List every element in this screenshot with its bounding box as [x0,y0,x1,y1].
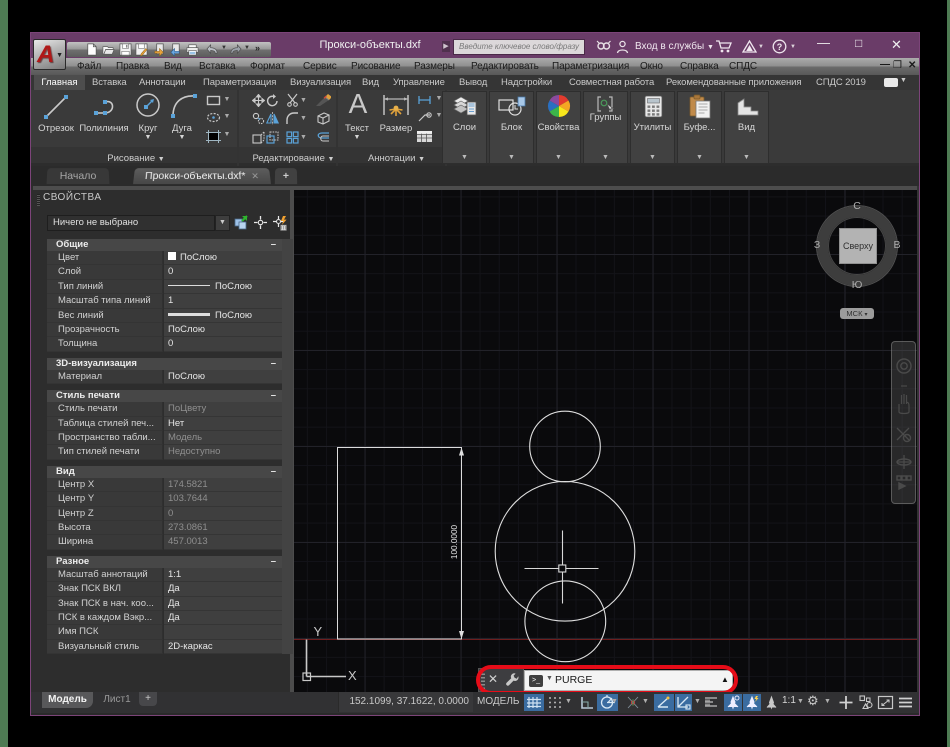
svg-text:Y: Y [314,624,323,639]
svg-text:?: ? [777,42,783,52]
svg-text:100.0000: 100.0000 [450,524,459,559]
svg-text:X: X [348,668,357,683]
